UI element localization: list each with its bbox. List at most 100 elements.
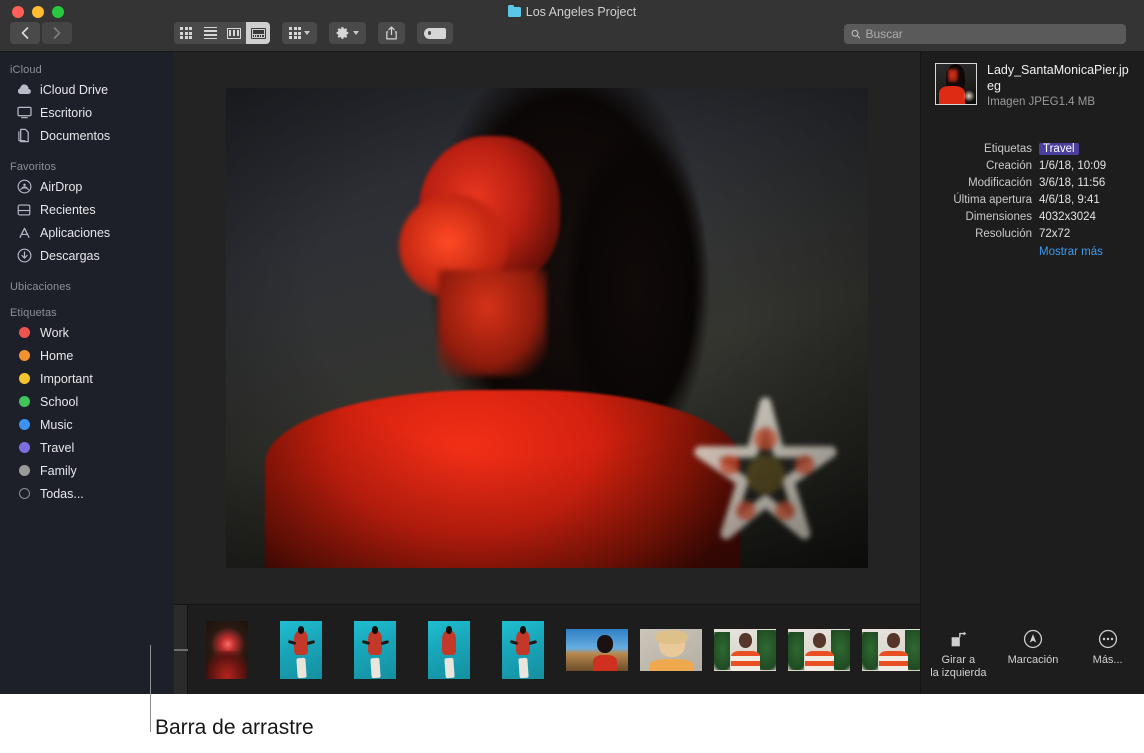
back-button[interactable] (10, 22, 40, 44)
list-view-button[interactable] (198, 22, 222, 44)
sidebar-item-label: School (40, 395, 78, 409)
sidebar-item-escritorio[interactable]: Escritorio (0, 101, 174, 124)
thumb-bokeh-red[interactable] (206, 621, 248, 679)
more-ellipsis-icon (1072, 628, 1144, 650)
thumb-pool-2[interactable] (354, 621, 396, 679)
thumb-plant-1[interactable] (714, 629, 776, 671)
tag-dot-icon (16, 463, 32, 479)
thumb-plant-2[interactable] (788, 629, 850, 671)
filmstrip-item[interactable] (637, 612, 705, 688)
markup-label: Marcación (997, 654, 1069, 667)
status-badge-travel-tag: Travel (1039, 143, 1079, 155)
action-menu-button[interactable] (329, 22, 366, 44)
sidebar-item-label: Important (40, 372, 93, 386)
share-icon (385, 26, 398, 40)
sidebar-item-tag-school[interactable]: School (0, 390, 174, 413)
sidebar-item-label: Todas... (40, 487, 84, 501)
content-area (174, 52, 920, 694)
show-more-row: Mostrar más (921, 244, 1134, 260)
sidebar-item-tag-travel[interactable]: Travel (0, 436, 174, 459)
filmstrip-item[interactable] (711, 612, 779, 688)
gallery-view-button[interactable] (246, 22, 270, 44)
more-button[interactable]: Más... (1072, 628, 1144, 667)
metadata-value: 1/6/18, 10:09 (1039, 158, 1106, 174)
thumb-pool-4[interactable] (502, 621, 544, 679)
chevron-down-icon (353, 31, 359, 35)
add-tag-button[interactable] (417, 22, 453, 44)
sidebar-item-label: Documentos (40, 129, 110, 143)
markup-button[interactable]: Marcación (997, 628, 1069, 667)
window-title: Los Angeles Project (0, 3, 1144, 21)
filmstrip[interactable] (174, 604, 920, 694)
sidebar-section-header-icloud: iCloud (0, 60, 174, 78)
view-mode-segmented-control (174, 22, 270, 44)
info-file-name: Lady_SantaMonicaPier.jpeg (987, 63, 1132, 94)
sidebar[interactable]: iCloud iCloud Drive Escritorio (0, 52, 174, 694)
metadata-label: Etiquetas (921, 141, 1039, 157)
annotation-leader-line (150, 645, 151, 732)
forward-button[interactable] (42, 22, 72, 44)
preview-image[interactable] (226, 88, 868, 568)
metadata-label: Dimensiones (921, 209, 1039, 225)
spacer (921, 244, 1039, 260)
columns-icon (227, 28, 241, 39)
sidebar-item-label: Escritorio (40, 106, 92, 120)
sidebar-item-tag-work[interactable]: Work (0, 321, 174, 344)
sidebar-item-documentos[interactable]: Documentos (0, 124, 174, 147)
metadata-value: 72x72 (1039, 226, 1070, 242)
barra-de-arrastre-drag-handle[interactable] (174, 605, 188, 694)
thumb-plant-3[interactable] (862, 629, 924, 671)
folder-icon (508, 7, 521, 17)
sidebar-item-icloud-drive[interactable]: iCloud Drive (0, 78, 174, 101)
sidebar-item-tag-family[interactable]: Family (0, 459, 174, 482)
metadata-row-ultima-apertura: Última apertura 4/6/18, 9:41 (921, 192, 1134, 208)
share-button[interactable] (378, 22, 405, 44)
thumb-blonde-portrait[interactable] (640, 629, 702, 671)
desktop-icon (16, 105, 32, 121)
sidebar-item-label: Recientes (40, 203, 96, 217)
metadata-row-resolucion: Resolución 72x72 (921, 226, 1134, 242)
metadata-row-creacion: Creación 1/6/18, 10:09 (921, 158, 1134, 174)
annotation-label: Barra de arrastre (155, 716, 314, 740)
info-file-kind-size: Imagen JPEG1.4 MB (987, 96, 1132, 108)
info-metadata-list: Etiquetas Travel Creación 1/6/18, 10:09 … (921, 141, 1144, 260)
filmstrip-item[interactable] (563, 612, 631, 688)
show-more-link[interactable]: Mostrar más (1039, 244, 1103, 260)
thumb-pool-1[interactable] (280, 621, 322, 679)
sidebar-item-tag-music[interactable]: Music (0, 413, 174, 436)
thumb-pool-3[interactable] (428, 621, 470, 679)
filmstrip-item[interactable] (489, 612, 557, 688)
filmstrip-item[interactable] (415, 612, 483, 688)
tag-dot-icon (16, 417, 32, 433)
info-header: Lady_SantaMonicaPier.jpeg Imagen JPEG1.4… (921, 52, 1144, 108)
toolbar-button-groups (174, 22, 453, 44)
search-field[interactable] (844, 24, 1126, 44)
icon-view-button[interactable] (174, 22, 198, 44)
filmstrip-thumbnails[interactable] (188, 605, 920, 694)
sidebar-item-tag-home[interactable]: Home (0, 344, 174, 367)
sidebar-item-descargas[interactable]: Descargas (0, 244, 174, 267)
rotate-left-button[interactable]: Girar a la izquierda (922, 628, 994, 680)
column-view-button[interactable] (222, 22, 246, 44)
sidebar-item-label: AirDrop (40, 180, 82, 194)
sidebar-item-recientes[interactable]: Recientes (0, 198, 174, 221)
filmstrip-item[interactable] (267, 612, 335, 688)
sidebar-item-tag-important[interactable]: Important (0, 367, 174, 390)
metadata-value: 3/6/18, 11:56 (1039, 175, 1105, 191)
metadata-value: 4/6/18, 9:41 (1039, 192, 1100, 208)
filmstrip-item[interactable] (859, 612, 927, 688)
group-by-button[interactable] (282, 22, 317, 44)
tag-dot-icon (16, 371, 32, 387)
cloud-icon (16, 82, 32, 98)
search-input[interactable] (865, 27, 1119, 41)
sidebar-item-airdrop[interactable]: AirDrop (0, 175, 174, 198)
thumb-desert-portrait[interactable] (566, 629, 628, 671)
sidebar-item-tag-all[interactable]: Todas... (0, 482, 174, 505)
filmstrip-item[interactable] (785, 612, 853, 688)
group-by-icon (289, 27, 301, 39)
filmstrip-item[interactable] (341, 612, 409, 688)
metadata-label: Resolución (921, 226, 1039, 242)
sidebar-item-aplicaciones[interactable]: Aplicaciones (0, 221, 174, 244)
filmstrip-item[interactable] (193, 612, 261, 688)
sidebar-item-label: iCloud Drive (40, 83, 108, 97)
